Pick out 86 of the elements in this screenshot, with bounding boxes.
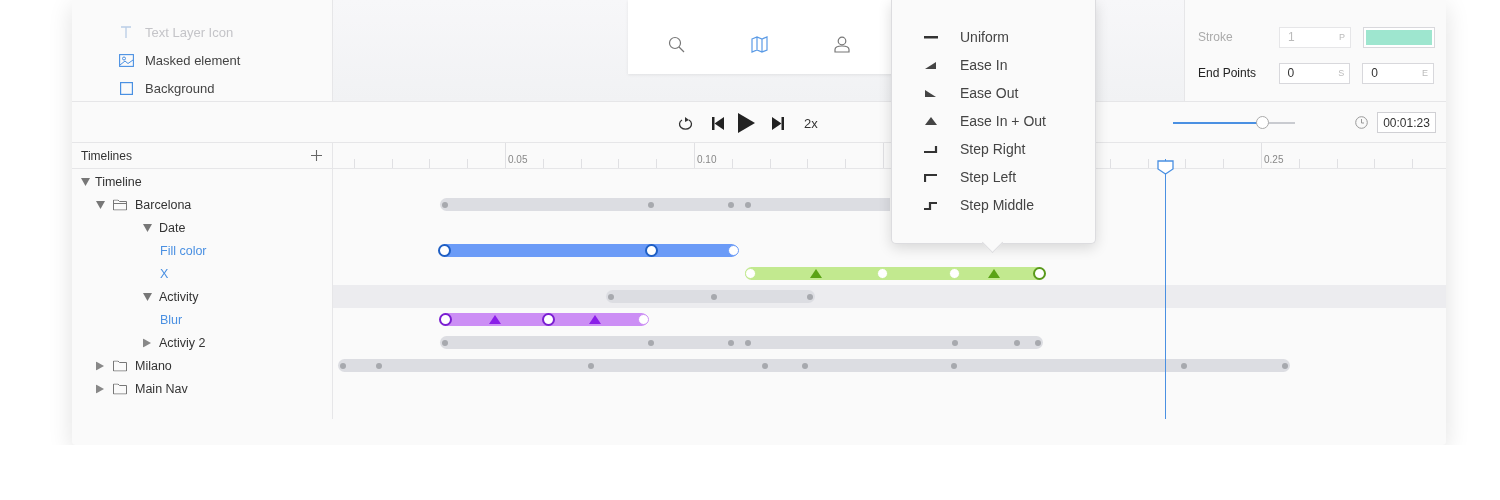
keyframe-dot[interactable] [376, 363, 382, 369]
open-folder-icon [113, 199, 127, 210]
step-middle-icon [924, 199, 938, 211]
property-label: End Points [1198, 66, 1258, 80]
easing-triangle-icon[interactable] [810, 269, 822, 278]
menu-item[interactable]: Ease In + Out [892, 107, 1095, 135]
keyframe-dot[interactable] [762, 363, 768, 369]
keyframe-dot[interactable] [1282, 363, 1288, 369]
time-label: 0.25 [1264, 154, 1284, 165]
track-bar[interactable] [440, 336, 1043, 349]
time-label: 0.05 [508, 154, 528, 165]
keyframe-dot[interactable] [340, 363, 346, 369]
menu-item[interactable]: Step Left [892, 163, 1095, 191]
keyframe-dot[interactable] [442, 340, 448, 346]
keyframe-dot[interactable] [1181, 363, 1187, 369]
easing-triangle-icon[interactable] [988, 269, 1000, 278]
expand-caret-icon[interactable] [96, 384, 104, 393]
skip-forward-icon[interactable] [772, 116, 784, 130]
collapse-caret-icon[interactable] [96, 200, 105, 209]
number-field[interactable]: 0 E [1362, 62, 1434, 84]
panel-title: Timelines [81, 148, 132, 163]
keyframe-dot[interactable] [728, 202, 734, 208]
map-icon[interactable] [751, 35, 768, 53]
image-icon [118, 53, 134, 67]
playhead-handle[interactable] [1157, 160, 1174, 175]
easing-triangle-icon[interactable] [489, 315, 501, 324]
keyframe-dot[interactable] [807, 294, 813, 300]
menu-item[interactable]: Step Right [892, 135, 1095, 163]
clock-icon [1355, 116, 1368, 129]
keyframe-dot[interactable] [802, 363, 808, 369]
menu-item[interactable]: Ease Out [892, 79, 1095, 107]
menu-item[interactable]: Uniform [892, 23, 1095, 51]
keyframe-dot[interactable] [1035, 340, 1041, 346]
keyframe-dot[interactable] [728, 340, 734, 346]
expand-caret-icon[interactable] [96, 361, 104, 370]
keyframe-dot[interactable] [442, 202, 448, 208]
ease-in-out-icon [924, 115, 938, 127]
square-icon [119, 81, 133, 95]
tree-item[interactable]: Milano [135, 358, 172, 373]
loop-icon[interactable] [677, 115, 694, 131]
property-label: Stroke [1198, 30, 1234, 44]
menu-item[interactable]: Ease In [892, 51, 1095, 79]
keyframe-dot[interactable] [711, 294, 717, 300]
keyframe-dot[interactable] [951, 363, 957, 369]
keyframe-dot[interactable] [608, 294, 614, 300]
collapse-caret-icon[interactable] [143, 223, 152, 232]
easing-triangle-icon[interactable] [589, 315, 601, 324]
tree-item[interactable]: Timeline [95, 174, 142, 189]
tree-item[interactable]: Main Nav [135, 381, 188, 396]
folder-icon [113, 360, 127, 371]
keyframe-dot[interactable] [952, 340, 958, 346]
track-bar[interactable] [338, 359, 1290, 372]
keyframe-dot[interactable] [745, 202, 751, 208]
step-left-icon [924, 171, 938, 183]
keyframe-dot[interactable] [588, 363, 594, 369]
add-icon[interactable] [311, 150, 322, 161]
expand-caret-icon[interactable] [143, 338, 151, 347]
track-bar[interactable] [440, 198, 890, 211]
keyframe-dot[interactable] [745, 340, 751, 346]
step-right-icon [924, 143, 938, 155]
skip-back-icon[interactable] [712, 116, 724, 130]
layer-item[interactable]: Masked element [145, 52, 241, 68]
tree-item[interactable]: Barcelona [135, 197, 192, 212]
zoom-slider[interactable] [1173, 116, 1295, 129]
ease-out-icon [924, 87, 938, 99]
tree-item[interactable]: Activiy 2 [159, 335, 206, 350]
collapse-caret-icon[interactable] [81, 177, 90, 186]
play-icon[interactable] [738, 113, 755, 133]
tree-item[interactable]: Activity [159, 289, 199, 304]
keyframe-dot[interactable] [648, 340, 654, 346]
ease-in-icon [924, 59, 938, 71]
menu-item[interactable]: Step Middle [892, 191, 1095, 219]
search-icon[interactable] [668, 35, 685, 53]
folder-icon [113, 383, 127, 394]
speed-toggle[interactable]: 2x [804, 115, 818, 131]
collapse-caret-icon[interactable] [143, 292, 152, 301]
track-bar[interactable] [606, 290, 815, 303]
text-icon [119, 25, 133, 39]
time-label: 0.10 [697, 154, 717, 165]
keyframe-dot[interactable] [1014, 340, 1020, 346]
tree-item[interactable]: Date [159, 220, 186, 235]
user-icon[interactable] [834, 35, 850, 53]
keyframe-dot[interactable] [648, 202, 654, 208]
layer-item[interactable]: Background [145, 80, 215, 96]
number-field[interactable]: 0 S [1278, 62, 1351, 84]
time-field[interactable]: 00:01:23 [1377, 112, 1436, 133]
